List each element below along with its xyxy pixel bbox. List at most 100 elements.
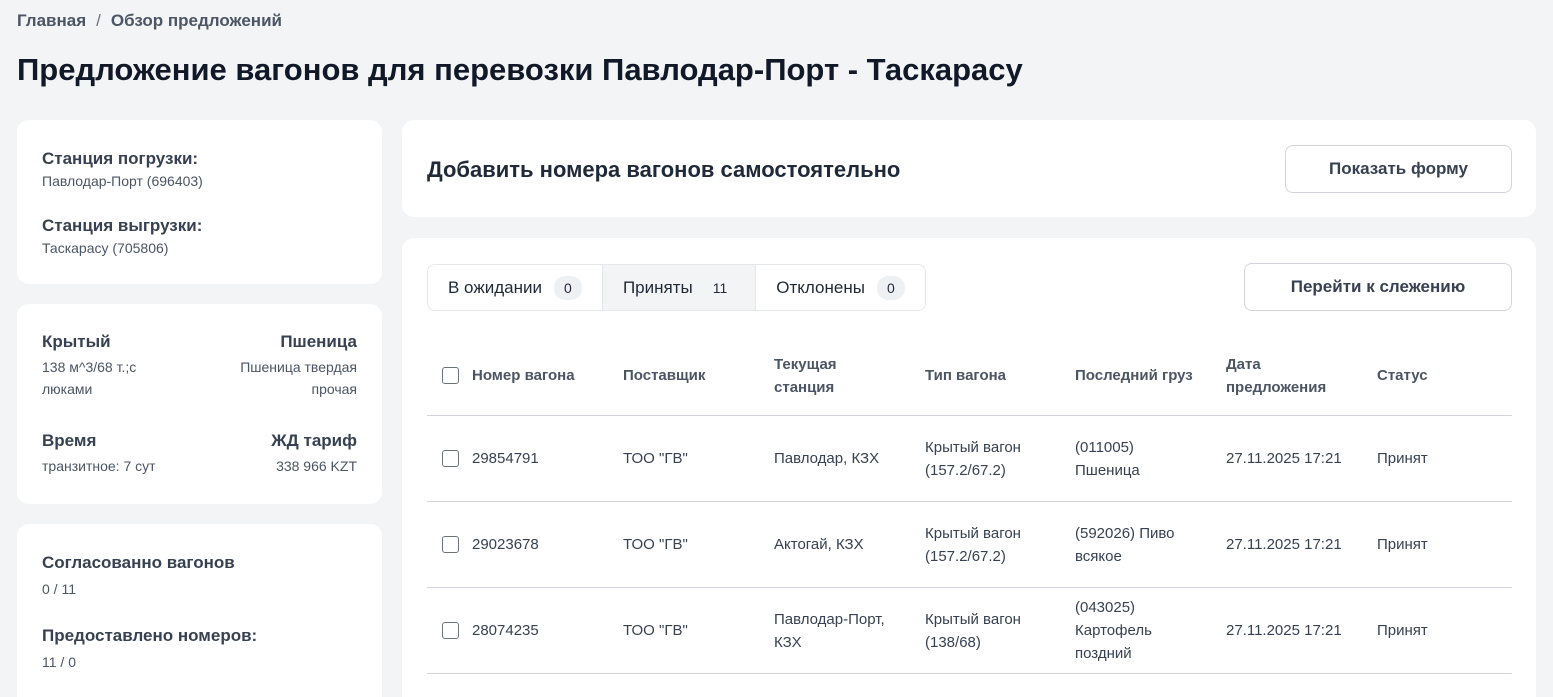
row-checkbox[interactable] [442,622,459,639]
cargo-line3: поздний [1075,645,1132,662]
header-date-line2: предложения [1226,378,1327,396]
select-all-checkbox[interactable] [442,367,459,384]
header-status[interactable]: Статус [1377,364,1512,387]
header-type[interactable]: Тип вагона [925,364,1075,387]
header-cargo[interactable]: Последний груз [1075,364,1226,387]
last-cargo: (011005) Пшеница [1075,436,1226,482]
tab-accepted[interactable]: Приняты 11 [602,265,757,310]
wagon-type: Крытый вагон (157.2/67.2) [925,436,1075,482]
add-wagons-card: Добавить номера вагонов самостоятельно П… [402,120,1536,217]
wagon-type: Крытый [42,332,111,351]
stations-card: Станция погрузки: Павлодар-Порт (696403)… [17,120,382,284]
breadcrumb-home-link[interactable]: Главная [17,11,86,31]
supplier: ТОО "ГВ" [623,622,688,639]
station-line1: Актогай, КЗХ [774,536,864,553]
row-select-cell [427,536,472,553]
type-line2: (157.2/67.2) [925,461,1006,479]
unloading-station: Станция выгрузки: Таскарасу (705806) [42,216,202,256]
wagon-number: 28074235 [472,622,539,639]
counts-card: Согласованно вагонов 0 / 11 Предоставлен… [17,524,382,697]
type-line2: (157.2/67.2) [925,547,1006,565]
wagons-table-card: В ожидании 0 Приняты 11 Отклонены 0 Пере… [402,238,1536,697]
provided-numbers-label: Предоставлено номеров: [42,626,258,645]
show-form-button[interactable]: Показать форму [1285,145,1512,193]
specs-row-wagon-cargo: Крытый 138 м^3/68 т.;с люками Пшеница Пш… [42,332,357,398]
station-line1: Павлодар-Порт, [774,610,885,628]
offer-date: 27.11.2025 17:21 [1226,622,1342,639]
wagon-number: 29023678 [472,536,539,553]
agreed-wagons-value: 0 / 11 [42,581,76,597]
wagon-desc-line2: люками [42,381,93,397]
tab-accepted-count: 11 [712,279,728,296]
offer-date: 27.11.2025 17:21 [1226,536,1342,553]
wagon-number: 29854791 [472,450,539,467]
breadcrumb-current: Обзор предложений [110,11,282,30]
tab-rejected-count: 0 [876,275,905,300]
specs-row-time-tariff: Время транзитное: 7 сут ЖД тариф 338 966… [42,431,357,480]
cargo-desc-line2: прочая [311,381,357,397]
table-row: 29854791 ТОО "ГВ" Павлодар, КЗХ Крытый в… [427,416,1512,502]
breadcrumb-separator: / [96,11,101,30]
cargo-line1: (043025) [1075,599,1136,616]
supplier: ТОО "ГВ" [623,536,688,553]
wagon-type: Крытый вагон (157.2/67.2) [925,522,1075,568]
last-cargo: (592026) Пиво всякое [1075,522,1226,568]
tab-rejected-label: Отклонены [776,277,865,297]
row-select-cell [427,450,472,467]
last-cargo: (043025) Картофель поздний [1075,596,1226,665]
tab-pending-count: 0 [553,275,582,300]
cargo-line1: (592026) Пиво [1075,524,1175,542]
current-station: Павлодар-Порт, КЗХ [774,608,925,654]
time-block: Время транзитное: 7 сут [42,431,192,480]
cargo-block: Пшеница Пшеница твердая прочая [207,332,357,398]
cargo-line2: всякое [1075,547,1122,565]
row-select-cell [427,622,472,639]
current-station: Павлодар, КЗХ [774,447,925,470]
unloading-station-label: Станция выгрузки: [42,216,203,235]
time-label: Время [42,431,97,450]
header-station-line1: Текущая [774,355,837,373]
station-line2: КЗХ [774,633,802,651]
cargo-name: Пшеница [280,332,357,351]
agreed-wagons-label: Согласованно вагонов [42,553,235,572]
tab-pending-label: В ожидании [448,277,542,297]
header-station-line2: станция [774,378,835,396]
loading-station-value: Павлодар-Порт (696403) [42,173,203,189]
specs-card: Крытый 138 м^3/68 т.;с люками Пшеница Пш… [17,304,382,504]
wagon-type: Крытый вагон (138/68) [925,608,1075,654]
row-checkbox[interactable] [442,536,459,553]
type-line1: Крытый вагон [925,610,1021,628]
status: Принят [1377,450,1428,467]
unloading-station-value: Таскарасу (705806) [42,240,169,256]
row-checkbox[interactable] [442,450,459,467]
type-line2: (138/68) [925,633,981,651]
header-number[interactable]: Номер вагона [472,364,623,387]
tariff-block: ЖД тариф 338 966 KZT [207,431,357,480]
tab-accepted-label: Приняты [622,277,693,297]
status-tabs: В ожидании 0 Приняты 11 Отклонены 0 [427,264,926,311]
loading-station-label: Станция погрузки: [42,149,199,168]
tariff-value: 338 966 KZT [276,458,357,474]
cargo-desc-line1: Пшеница твердая [240,359,357,375]
wagons-table: Номер вагона Поставщик Текущая станция Т… [427,336,1512,674]
breadcrumb: Главная / Обзор предложений [17,11,282,31]
tab-rejected[interactable]: Отклонены 0 [756,265,925,310]
header-date[interactable]: Дата предложения [1226,353,1377,399]
go-to-tracking-button[interactable]: Перейти к слежению [1244,263,1512,311]
select-all-cell [427,367,472,384]
loading-station: Станция погрузки: Павлодар-Порт (696403) [42,149,203,189]
tariff-label: ЖД тариф [271,431,357,450]
table-row: 29023678 ТОО "ГВ" Актогай, КЗХ Крытый ва… [427,502,1512,588]
wagon-type-block: Крытый 138 м^3/68 т.;с люками [42,332,192,398]
wagon-desc-line1: 138 м^3/68 т.;с [42,359,137,375]
provided-numbers-value: 11 / 0 [42,654,76,670]
offer-date: 27.11.2025 17:21 [1226,450,1342,467]
station-line1: Павлодар, КЗХ [774,450,880,467]
type-line1: Крытый вагон [925,524,1021,542]
header-station[interactable]: Текущая станция [774,353,925,399]
agreed-wagons: Согласованно вагонов 0 / 11 [42,553,235,597]
current-station: Актогай, КЗХ [774,533,925,556]
header-supplier[interactable]: Поставщик [623,364,774,387]
provided-numbers: Предоставлено номеров: 11 / 0 [42,626,257,670]
tab-pending[interactable]: В ожидании 0 [428,265,603,310]
